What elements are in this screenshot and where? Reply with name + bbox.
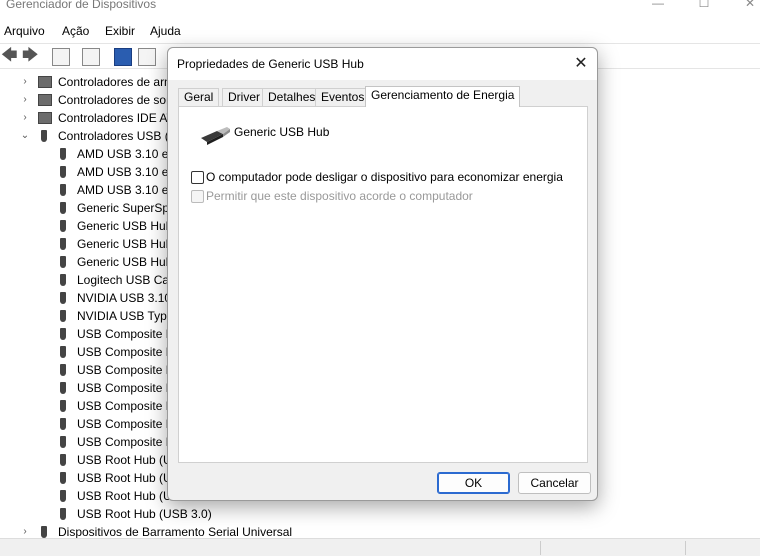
- properties-dialog: Propriedades de Generic USB Hub ✕ Geral …: [167, 47, 598, 501]
- dialog-title-bar: Propriedades de Generic USB Hub ✕: [168, 48, 597, 80]
- usb-icon: [57, 184, 69, 196]
- maximize-button[interactable]: ☐: [694, 0, 714, 12]
- allow-wake-checkbox: [191, 190, 204, 203]
- menu-bar: Arquivo Ação Exibir Ajuda: [0, 20, 760, 42]
- controller-icon: [38, 76, 52, 88]
- usb-icon: [57, 202, 69, 214]
- status-bar: [0, 538, 760, 556]
- chevron-right-icon[interactable]: ›: [20, 523, 30, 538]
- tree-item-label: Logitech USB Car: [77, 273, 174, 287]
- tab-driver[interactable]: Driver: [222, 88, 266, 106]
- tree-item-label: USB Root Hub (U: [77, 471, 172, 485]
- tab-detalhes[interactable]: Detalhes: [262, 88, 322, 106]
- speaker-icon: [38, 94, 52, 106]
- window-title: Gerenciador de Dispositivos: [6, 0, 157, 11]
- tree-item-label: USB Composite D: [77, 381, 175, 395]
- tab-gerenciamento-de-energia[interactable]: Gerenciamento de Energia: [365, 86, 521, 107]
- tree-item-label: USB Root Hub (U: [77, 453, 172, 467]
- usb-bus-icon: [38, 526, 50, 538]
- tab-geral[interactable]: Geral: [178, 88, 220, 106]
- allow-power-off-checkbox[interactable]: [191, 171, 204, 184]
- tree-item-label: Generic USB Hub: [77, 255, 173, 269]
- usb-icon: [57, 454, 69, 466]
- tree-item-label: Controladores USB (b: [58, 129, 176, 143]
- usb-icon: [57, 292, 69, 304]
- scan-view-icon[interactable]: [138, 48, 156, 66]
- tree-item-label: USB Composite D: [77, 327, 175, 341]
- tree-item-label: NVIDIA USB Type-: [77, 309, 178, 323]
- dialog-close-button[interactable]: ✕: [571, 54, 591, 74]
- tree-category[interactable]: › Dispositivos de Barramento Serial Unive…: [0, 523, 760, 538]
- usb-icon: [57, 508, 69, 520]
- usb-icon: [38, 130, 50, 142]
- tree-item-label: Generic SuperSpe: [77, 201, 176, 215]
- dialog-tabs: Geral Driver Detalhes Eventos Gerenciame…: [178, 86, 588, 107]
- menu-arquivo[interactable]: Arquivo: [4, 24, 45, 38]
- list-view-icon[interactable]: [82, 48, 100, 66]
- usb-icon: [57, 400, 69, 412]
- tree-item-label: USB Composite D: [77, 399, 175, 413]
- chevron-right-icon[interactable]: ›: [20, 109, 30, 127]
- tree-item-label: Controladores IDE AT: [58, 111, 174, 125]
- usb-device-icon: [201, 127, 230, 145]
- tree-item-label: USB Root Hub (U: [77, 489, 172, 503]
- tree-item-label: Generic USB Hub: [77, 237, 173, 251]
- usb-icon: [57, 472, 69, 484]
- menu-exibir[interactable]: Exibir: [105, 24, 135, 38]
- menu-acao[interactable]: Ação: [62, 24, 89, 38]
- tree-item-label: Generic USB Hub: [77, 219, 173, 233]
- ide-controller-icon: [38, 112, 52, 124]
- help-icon[interactable]: [114, 48, 132, 66]
- usb-icon: [57, 238, 69, 250]
- tree-item-label: USB Composite D: [77, 435, 175, 449]
- cancel-button[interactable]: Cancelar: [518, 472, 591, 494]
- tree-item-label: USB Composite D: [77, 363, 175, 377]
- power-management-panel: Generic USB Hub O computador pode deslig…: [178, 106, 588, 463]
- chevron-right-icon[interactable]: ›: [20, 73, 30, 91]
- tree-item-label: USB Root Hub (USB 3.0): [77, 507, 212, 521]
- usb-icon: [57, 436, 69, 448]
- tree-item-label: Controladores de som: [58, 93, 177, 107]
- forward-arrow-icon[interactable]: 🡆: [22, 47, 39, 65]
- usb-icon: [57, 148, 69, 160]
- allow-power-off-label[interactable]: O computador pode desligar o dispositivo…: [206, 170, 563, 184]
- properties-view-icon[interactable]: [52, 48, 70, 66]
- chevron-right-icon[interactable]: ›: [20, 91, 30, 109]
- back-arrow-icon[interactable]: 🡄: [1, 47, 18, 65]
- menu-ajuda[interactable]: Ajuda: [150, 24, 181, 38]
- tree-item-usb-device[interactable]: USB Root Hub (USB 3.0): [0, 505, 760, 523]
- usb-icon: [57, 256, 69, 268]
- usb-icon: [57, 382, 69, 394]
- tree-item-label: AMD USB 3.10 eX: [77, 183, 177, 197]
- tree-item-label: AMD USB 3.10 eX: [77, 147, 177, 161]
- usb-icon: [57, 490, 69, 502]
- usb-icon: [57, 328, 69, 340]
- tree-item-label: AMD USB 3.10 eX: [77, 165, 177, 179]
- tree-item-label: USB Composite D: [77, 417, 175, 431]
- tree-item-label: Controladores de arm: [58, 75, 175, 89]
- usb-icon: [57, 346, 69, 358]
- tree-item-label: USB Composite D: [77, 345, 175, 359]
- allow-wake-label: Permitir que este dispositivo acorde o c…: [206, 189, 473, 203]
- tree-item-label: NVIDIA USB 3.10 e: [77, 291, 182, 305]
- usb-icon: [57, 364, 69, 376]
- usb-icon: [57, 166, 69, 178]
- device-name-label: Generic USB Hub: [234, 125, 330, 139]
- tree-item-label: Dispositivos de Barramento Serial Univer…: [58, 525, 293, 538]
- chevron-down-icon[interactable]: ⌄: [20, 127, 30, 145]
- close-button[interactable]: ✕: [740, 0, 760, 12]
- title-bar: Gerenciador de Dispositivos — ☐ ✕: [0, 0, 760, 14]
- ok-button[interactable]: OK: [437, 472, 510, 494]
- minimize-button[interactable]: —: [648, 0, 668, 12]
- dialog-title: Propriedades de Generic USB Hub: [177, 57, 364, 71]
- tab-eventos[interactable]: Eventos: [315, 88, 371, 106]
- usb-icon: [57, 274, 69, 286]
- usb-icon: [57, 220, 69, 232]
- usb-icon: [57, 418, 69, 430]
- usb-icon: [57, 310, 69, 322]
